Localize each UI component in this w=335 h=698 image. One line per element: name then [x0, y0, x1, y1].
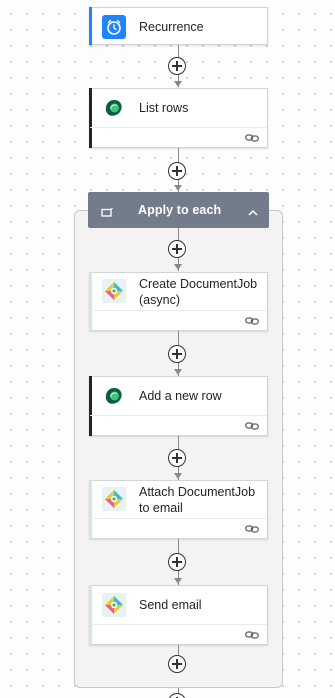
card-header[interactable]: Send email	[90, 586, 267, 624]
list-rows-action-card[interactable]: List rows	[89, 88, 268, 148]
connector-arrow	[174, 473, 182, 479]
card-title: Create DocumentJob (async)	[139, 276, 258, 307]
card-footer	[90, 127, 267, 150]
clock-icon	[102, 15, 126, 39]
connector-line	[178, 645, 179, 655]
card-title: Recurrence	[139, 20, 204, 34]
connector-arrow	[174, 578, 182, 584]
flow-canvas: Recurrence List rows Apply to each Creat…	[0, 0, 335, 698]
add-step-button[interactable]	[168, 162, 186, 180]
attach-documentjob-card[interactable]: Attach DocumentJob to email	[89, 480, 268, 539]
dataverse-icon	[102, 96, 126, 120]
documentjob-icon	[102, 593, 126, 617]
loop-icon	[101, 205, 113, 217]
add-step-button[interactable]	[168, 449, 186, 467]
link-icon	[245, 422, 259, 430]
connector-arrow	[174, 185, 182, 191]
add-step-button[interactable]	[168, 655, 186, 673]
link-icon	[245, 134, 259, 142]
card-header[interactable]: List rows	[90, 89, 267, 127]
dataverse-icon	[102, 384, 126, 408]
add-step-button[interactable]	[168, 345, 186, 363]
add-step-button[interactable]	[168, 693, 186, 698]
connector-arrow	[174, 369, 182, 375]
connector-arrow	[174, 264, 182, 270]
card-header[interactable]: Create DocumentJob (async)	[90, 273, 267, 310]
card-title: Add a new row	[139, 389, 222, 403]
link-icon	[245, 631, 259, 639]
recurrence-trigger-card[interactable]: Recurrence	[89, 7, 268, 45]
card-title: List rows	[139, 101, 189, 115]
card-header[interactable]: Add a new row	[90, 377, 267, 415]
send-email-card[interactable]: Send email	[89, 585, 268, 645]
add-step-button[interactable]	[168, 240, 186, 258]
link-icon	[245, 317, 259, 325]
documentjob-icon	[102, 279, 126, 303]
link-icon	[245, 525, 259, 533]
apply-to-each-header[interactable]: Apply to each	[88, 192, 269, 228]
add-step-button[interactable]	[168, 553, 186, 571]
add-step-button[interactable]	[168, 57, 186, 75]
create-documentjob-card[interactable]: Create DocumentJob (async)	[89, 272, 268, 331]
card-footer	[90, 310, 267, 333]
card-footer	[90, 415, 267, 438]
card-header[interactable]: Recurrence	[90, 8, 267, 46]
card-footer	[90, 624, 267, 647]
documentjob-icon	[102, 487, 126, 511]
card-footer	[90, 518, 267, 541]
chevron-up-icon[interactable]	[247, 205, 259, 216]
card-title: Attach DocumentJob to email	[139, 484, 256, 515]
scope-title: Apply to each	[138, 203, 222, 217]
connector-arrow	[174, 81, 182, 87]
card-header[interactable]: Attach DocumentJob to email	[90, 481, 267, 518]
add-new-row-card[interactable]: Add a new row	[89, 376, 268, 436]
card-title: Send email	[139, 598, 202, 612]
